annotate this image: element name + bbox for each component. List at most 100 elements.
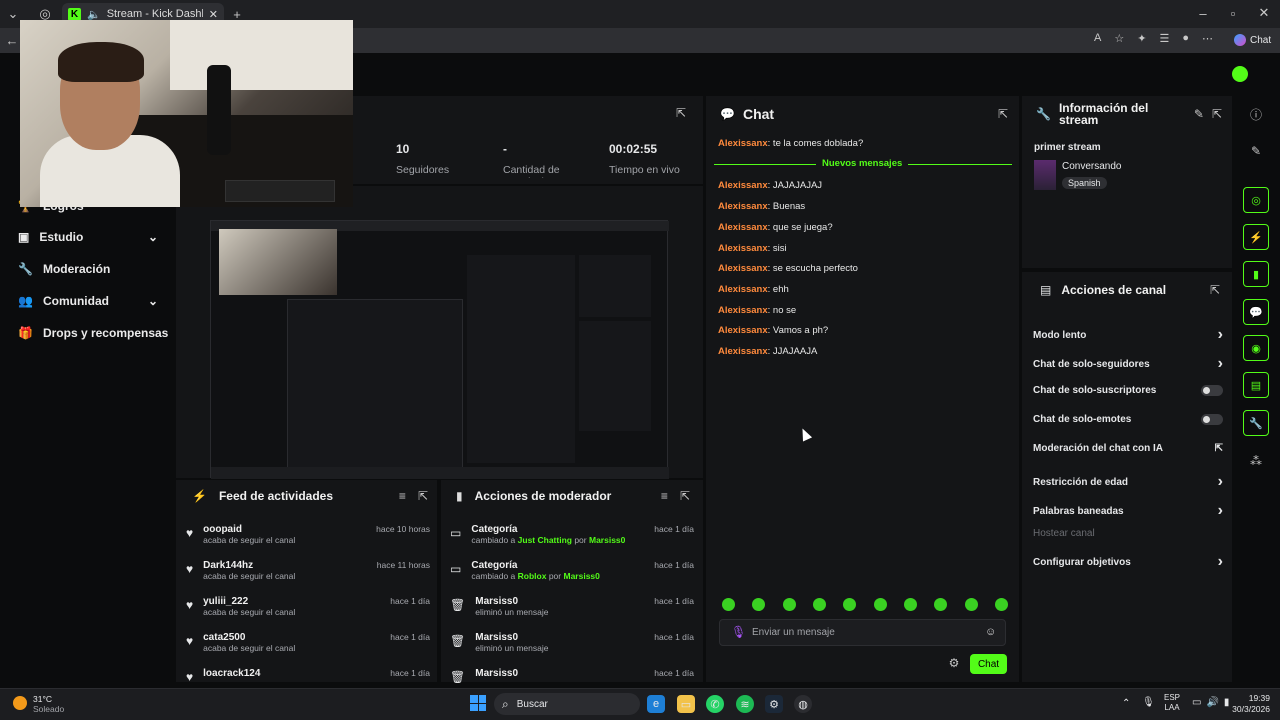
speaker-icon[interactable]: 🔈 [87, 8, 101, 21]
activity-row[interactable]: ♥ Dark144hz acaba de seguir el canal hace 1… [186, 560, 430, 581]
globe-icon[interactable]: ◎ [38, 6, 52, 21]
rail-shield-button[interactable]: ▮ [1243, 261, 1269, 287]
toggle-switch[interactable] [1201, 385, 1223, 396]
chat-username[interactable]: Alexissanx [718, 284, 768, 295]
mod-action-row[interactable]: 🗑 Marsiss0 hace 1 día [450, 668, 694, 684]
rail-actions-button[interactable]: ▤ [1243, 372, 1269, 398]
taskbar-search[interactable]: ⌕ Buscar [494, 693, 640, 715]
tab-close-icon[interactable]: ✕ [209, 8, 218, 21]
windows-start-icon[interactable] [470, 695, 486, 711]
close-window-icon[interactable]: ✕ [1257, 5, 1271, 20]
activity-row[interactable]: ♥ loacrack124 hace 1 día [186, 668, 430, 684]
microphone-icon[interactable]: 🎙 [731, 625, 746, 639]
popout-icon[interactable]: ⇱ [1210, 283, 1220, 297]
emote-icon[interactable] [964, 598, 978, 611]
filter-icon[interactable]: ≡ [661, 489, 668, 503]
emoji-icon[interactable]: ☺ [985, 626, 996, 638]
maximize-icon[interactable]: ▫ [1226, 6, 1240, 21]
spotify-icon[interactable]: ≋ [736, 695, 754, 713]
chat-username[interactable]: Alexissanx [718, 180, 768, 191]
nav-item-drops[interactable]: 🎁 Drops y recompensas [18, 323, 168, 343]
info-icon[interactable]: ⓘ [1248, 106, 1264, 122]
chat-settings-gear-icon[interactable]: ⚙ [948, 656, 960, 670]
obs-icon[interactable]: ◍ [794, 695, 812, 713]
tray-mic-icon[interactable]: 🎙 [1142, 697, 1155, 708]
rail-wrench-button[interactable]: 🔧 [1243, 410, 1269, 436]
filter-icon[interactable]: ≡ [399, 489, 406, 503]
channel-action-4[interactable]: Moderación del chat con IA ⇱ [1033, 443, 1223, 454]
weather-sun-icon[interactable] [13, 696, 27, 710]
read-aloud-icon[interactable]: A [1094, 32, 1101, 48]
tray-chevron-up-icon[interactable]: ⌃ [1122, 698, 1130, 709]
activity-action: acaba de seguir el canal [203, 607, 296, 617]
clock[interactable]: 19:39 30/3/2026 [1226, 693, 1270, 715]
activity-row[interactable]: ♥ yuliii_222 acaba de seguir el canal hace … [186, 596, 430, 617]
popout-icon[interactable]: ⇱ [1212, 107, 1222, 121]
channel-action-1[interactable]: Chat de solo-seguidores › [1033, 355, 1223, 373]
edit-pencil-icon[interactable]: ✎ [1194, 107, 1204, 121]
mod-action-row[interactable]: ▭ Categoría cambiado a Roblox por Marsiss0… [450, 560, 694, 581]
send-chat-button[interactable]: Chat [970, 654, 1007, 674]
emote-icon[interactable] [782, 598, 796, 611]
popout-icon[interactable]: ⇱ [674, 106, 688, 120]
emote-icon[interactable] [994, 598, 1008, 611]
kick-logo-icon[interactable] [1232, 66, 1248, 82]
copilot-chat-button[interactable]: Chat [1234, 32, 1276, 48]
favorite-star-icon[interactable]: ☆ [1114, 32, 1124, 48]
rail-chat-button[interactable]: 💬 [1243, 299, 1269, 325]
chat-username[interactable]: Alexissanx [718, 325, 768, 336]
profile-avatar-icon[interactable]: ● [1182, 32, 1189, 48]
channel-action-3[interactable]: Chat de solo-emotes [1033, 414, 1223, 425]
emote-icon[interactable] [934, 598, 948, 611]
chat-username[interactable]: Alexissanx [718, 222, 768, 233]
edge-browser-icon[interactable]: e [647, 695, 665, 713]
popout-icon[interactable]: ⇱ [418, 489, 428, 503]
channel-action-2[interactable]: Chat de solo-suscriptores [1033, 385, 1223, 396]
emote-icon[interactable] [752, 598, 766, 611]
minimize-icon[interactable]: – [1196, 6, 1210, 21]
chat-username[interactable]: Alexissanx [718, 201, 768, 212]
favorites-icon[interactable]: ☰ [1159, 32, 1169, 48]
emote-icon[interactable] [843, 598, 857, 611]
extensions-icon[interactable]: ✦ [1137, 32, 1146, 48]
pencil-icon[interactable]: ✎ [1248, 143, 1264, 159]
back-icon[interactable]: ← [4, 33, 20, 48]
activity-row[interactable]: ♥ ooopaid acaba de seguir el canal hace 10 … [186, 524, 430, 545]
chat-username[interactable]: Alexissanx [718, 263, 768, 274]
channel-action-6[interactable]: Palabras baneadas › [1033, 502, 1223, 520]
popout-icon[interactable]: ⇱ [680, 489, 690, 503]
weather-widget[interactable]: 31°C Soleado [33, 694, 64, 714]
steam-icon[interactable]: ⚙ [765, 695, 783, 713]
language-indicator[interactable]: ESP LAA [1164, 693, 1180, 713]
activity-row[interactable]: ♥ cata2500 acaba de seguir el canal hace 1 … [186, 632, 430, 653]
stream-video-preview[interactable] [210, 220, 669, 479]
chat-username[interactable]: Alexissanx [718, 346, 768, 357]
mod-action-row[interactable]: ▭ Categoría cambiado a Just Chatting por M… [450, 524, 694, 545]
chat-username[interactable]: Alexissanx [718, 305, 768, 316]
chat-username[interactable]: Alexissanx [718, 243, 768, 254]
layout-icon[interactable]: ⁂ [1248, 453, 1264, 469]
rail-bolt-button[interactable]: ⚡ [1243, 224, 1269, 250]
channel-action-5[interactable]: Restricción de edad › [1033, 473, 1223, 491]
chat-username[interactable]: Alexissanx [718, 138, 768, 149]
nav-item-estudio[interactable]: ▣ Estudio ⌄ [18, 227, 158, 247]
channel-action-8[interactable]: Configurar objetivos › [1033, 553, 1223, 571]
nav-item-comunidad[interactable]: 👥 Comunidad ⌄ [18, 291, 158, 311]
nav-item-moderacion[interactable]: 🔧 Moderación [18, 259, 110, 279]
emote-icon[interactable] [873, 598, 887, 611]
popout-icon[interactable]: ⇱ [998, 107, 1008, 121]
emote-icon[interactable] [903, 598, 917, 611]
emote-icon[interactable] [812, 598, 826, 611]
mod-action-row[interactable]: 🗑 Marsiss0 eliminó un mensaje hace 1 día [450, 632, 694, 653]
file-explorer-icon[interactable]: ▭ [677, 695, 695, 713]
tab-menu-chevron-icon[interactable]: ⌄ [6, 6, 20, 21]
more-options-icon[interactable]: ⋯ [1202, 32, 1213, 48]
emote-icon[interactable] [722, 598, 735, 611]
rail-broadcast-button[interactable]: ◉ [1243, 335, 1269, 361]
channel-action-0[interactable]: Modo lento › [1033, 326, 1223, 344]
whatsapp-icon[interactable]: ✆ [706, 695, 724, 713]
toggle-switch[interactable] [1201, 414, 1223, 425]
rail-camera-button[interactable]: ◎ [1243, 187, 1269, 213]
tray-icons[interactable]: ▭ 🔊 ▮ [1192, 697, 1229, 708]
mod-action-row[interactable]: 🗑 Marsiss0 eliminó un mensaje hace 1 día [450, 596, 694, 617]
